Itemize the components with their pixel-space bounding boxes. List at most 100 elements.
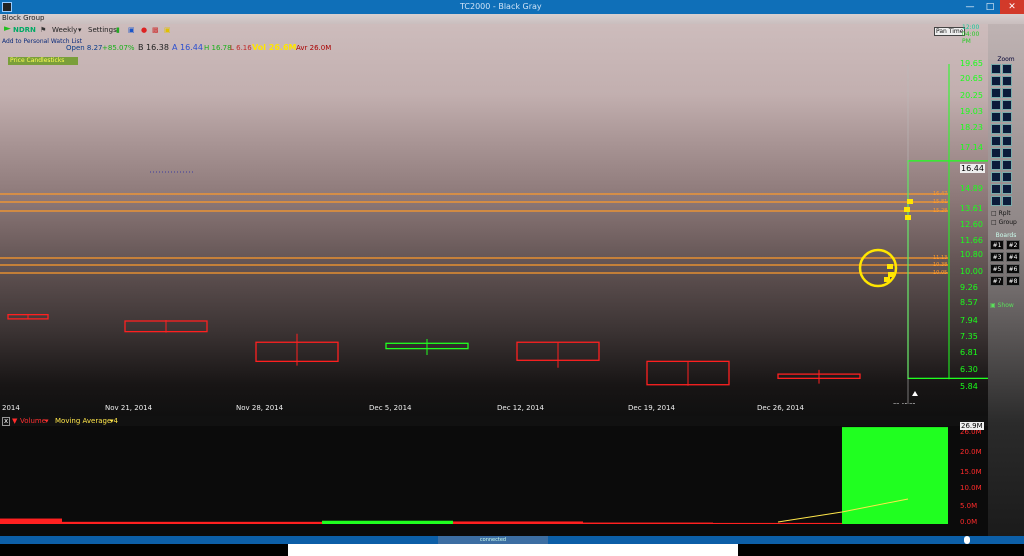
price-tick-label: 19.65 [960,59,983,68]
volume-bar[interactable] [192,521,322,524]
alert-marker[interactable] [888,272,894,277]
status-bar: connected [0,536,1024,556]
taskbar-area [288,544,738,556]
price-tick-label: 5.84 [960,382,978,391]
volume-bar[interactable] [0,518,62,524]
alert-marker[interactable] [907,199,913,204]
price-tick-label: 17.14 [960,143,983,152]
volume-bar[interactable] [453,521,583,524]
volume-tick-label: 0.0M [960,518,978,526]
arrow-icon[interactable] [1002,76,1012,86]
level-label: 16.47 [933,191,947,197]
crosshair-icon[interactable] [1002,64,1012,74]
price-chart[interactable]: 16.4715.8115.2811.1310.3810.0502:46:20 [0,24,988,404]
board-button[interactable]: #2 [1006,240,1020,250]
date-tick-label: Dec 5, 2014 [369,404,412,412]
speed-line-icon[interactable] [1002,124,1012,134]
price-tick-label: 10.00 [960,267,983,276]
ray-icon[interactable] [1002,88,1012,98]
board-button[interactable]: #8 [1006,276,1020,286]
volume-panel[interactable]: x ▼ Volume ▾ Moving Average 4 ▾ [0,416,988,536]
level-label: 15.81 [933,199,947,205]
board-button[interactable]: #6 [1006,264,1020,274]
date-tick-label: 2014 [2,404,20,412]
date-tick-label: Dec 26, 2014 [757,404,804,412]
eraser-icon[interactable] [1002,196,1012,206]
channel-icon[interactable] [991,100,1001,110]
price-tick-label: 11.66 [960,236,983,245]
volume-tick-label: 5.0M [960,502,978,510]
alert-marker[interactable] [884,277,890,282]
status-center: connected [438,536,548,544]
board-button[interactable]: #3 [990,252,1004,262]
price-tick-label: 18.23 [960,123,983,132]
current-price-badge: 16.44 [960,164,985,173]
trendline-icon[interactable] [991,88,1001,98]
volume-tick-label: 20.0M [960,448,982,456]
fib-icon[interactable] [1002,100,1012,110]
rplt-checkbox[interactable]: □ Rplt [991,210,1011,217]
fan-icon[interactable] [1002,112,1012,122]
price-tick-label: 13.61 [960,204,983,213]
price-tick-label: 20.65 [960,74,983,83]
level-label: 10.38 [933,262,947,268]
date-tick-label: Nov 28, 2014 [236,404,284,412]
arc-icon[interactable] [991,112,1001,122]
ellipse-icon[interactable] [1002,184,1012,194]
volume-bar[interactable] [713,522,842,524]
level-label: 10.05 [933,270,947,276]
wave-icon[interactable] [991,160,1001,170]
flag-tool-icon[interactable] [991,196,1001,206]
rectangle-icon[interactable] [991,184,1001,194]
last-price-arrow [912,391,918,396]
level-label: 15.28 [933,208,947,214]
gann-icon[interactable] [991,136,1001,146]
vertical-line-icon[interactable] [991,148,1001,158]
price-tick-label: 10.80 [960,250,983,259]
alert-marker[interactable] [904,207,910,212]
board-button[interactable]: #1 [990,240,1004,250]
volume-bar[interactable] [842,427,948,524]
alert-marker[interactable] [905,215,911,220]
zoom-in-icon[interactable] [991,64,1001,74]
board-button[interactable]: #7 [990,276,1004,286]
cycle-icon[interactable] [991,124,1001,134]
text-icon[interactable] [991,172,1001,182]
date-tick-label: Nov 21, 2014 [105,404,153,412]
menu-bar: Block Group [0,14,1024,24]
title-bar: TC2000 - Black Gray — □ ✕ [0,0,1024,14]
price-tick-label: 20.25 [960,91,983,100]
price-tick-label: 9.26 [960,283,978,292]
price-axis: 19.65 20.65 20.25 19.03 18.23 17.14 16.44 14.89… [948,24,988,404]
volume-tick-label: 15.0M [960,468,982,476]
minimize-button[interactable]: — [960,0,980,14]
app-icon [2,2,12,12]
alert-marker[interactable] [887,264,893,269]
pitchfork-icon[interactable] [1002,136,1012,146]
volume-bar[interactable] [583,522,713,524]
volume-bar[interactable] [322,520,453,524]
board-button[interactable]: #4 [1006,252,1020,262]
volume-chart[interactable] [0,416,988,536]
volume-tick-label: 10.0M [960,484,982,492]
price-tick-label: 6.30 [960,365,978,374]
maximize-button[interactable]: □ [980,0,1000,14]
curve-icon[interactable] [1002,160,1012,170]
board-button[interactable]: #5 [990,264,1004,274]
scroll-knob[interactable] [964,536,970,544]
drawing-toolbox: Zoom □ Rplt □ Group Boards #1 #2 #3 #4 #5 #6 #… [988,24,1024,556]
date-axis: 2014 Nov 21, 2014 Nov 28, 2014 Dec 5, 2014 D… [0,404,988,416]
price-tick-label: 19.03 [960,107,983,116]
price-tick-label: 8.57 [960,298,978,307]
menu-label[interactable]: Block Group [2,14,44,22]
rplt-label: Rplt [998,210,1011,217]
close-button[interactable]: ✕ [1000,0,1024,14]
hand-icon[interactable] [991,76,1001,86]
group-checkbox[interactable]: □ Group [991,219,1017,226]
horizontal-line-icon[interactable] [1002,148,1012,158]
show-toggle[interactable]: ▣ Show [990,302,1014,309]
show-label: Show [997,302,1014,309]
price-tick-label: 7.94 [960,316,978,325]
volume-bar[interactable] [62,521,192,524]
grid-icon[interactable] [1002,172,1012,182]
